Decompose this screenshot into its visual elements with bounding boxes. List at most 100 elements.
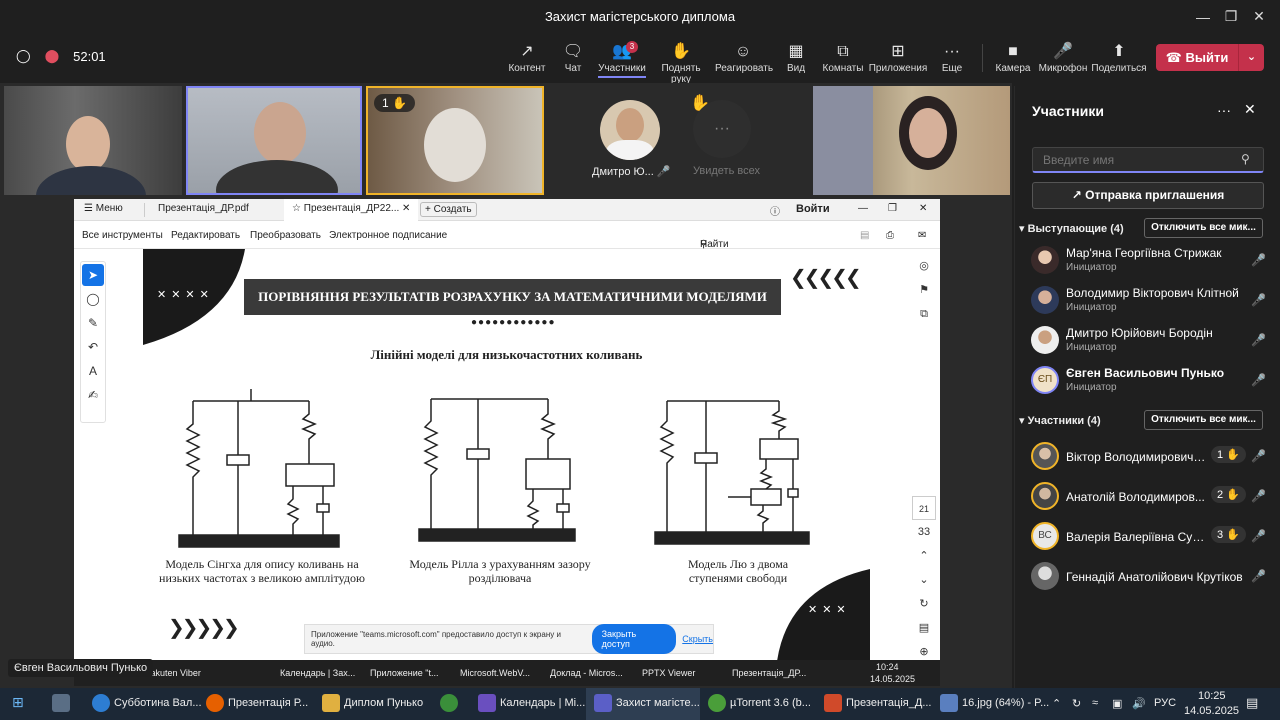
all-tools-menu[interactable]: Все инструменты bbox=[82, 230, 163, 241]
maximize-icon[interactable]: ❐ bbox=[888, 203, 897, 214]
convert-menu[interactable]: Преобразовать bbox=[250, 230, 321, 241]
rooms-button[interactable]: ⧉ Комнаты bbox=[817, 41, 869, 74]
windows-start-icon[interactable]: ⊞ bbox=[12, 694, 24, 711]
react-button[interactable]: ☺ Реагировать bbox=[715, 41, 773, 74]
refresh-icon[interactable]: ↻ bbox=[912, 592, 936, 616]
pen-tool-icon[interactable]: ✎ bbox=[82, 312, 104, 334]
participant-row[interactable]: Мар'яна Георгіївна Стрижак Инициатор 🎤 bbox=[1031, 242, 1277, 280]
chrome-icon[interactable] bbox=[440, 694, 458, 712]
participant-name: Євген Васильович Пунько bbox=[1066, 366, 1225, 380]
firefox-icon[interactable] bbox=[206, 694, 224, 712]
participant-row[interactable]: Анатолій Володимиров... 2 ✋ 🎤 bbox=[1031, 478, 1277, 516]
more-button[interactable]: ··· Еще bbox=[926, 41, 978, 74]
signin-button[interactable]: Войти bbox=[796, 203, 830, 215]
participants-panel: Участники ··· ✕ ⚲ ↗ Отправка приглашения… bbox=[1014, 86, 1280, 688]
taskbar-item[interactable]: Захист магісте... bbox=[616, 697, 700, 709]
participant-row[interactable]: Дмитро Юрійович Бородін Инициатор 🎤 bbox=[1031, 322, 1277, 360]
hide-link[interactable]: Скрыть bbox=[682, 634, 713, 644]
participant-row[interactable]: Володимир Вікторович Клітной Инициатор 🎤 bbox=[1031, 282, 1277, 320]
taskbar-item: Приложение "t... bbox=[370, 668, 439, 678]
lasso-tool-icon[interactable]: ↶ bbox=[82, 336, 104, 358]
video-tile-2[interactable] bbox=[186, 86, 362, 195]
taskbar-item[interactable]: Диплом Пунько bbox=[344, 697, 423, 709]
mail-icon[interactable]: ✉ bbox=[918, 230, 926, 241]
help-icon[interactable]: ⓘ bbox=[770, 203, 780, 218]
participant-row[interactable]: Віктор Володимирович ... 1 ✋ 🎤 bbox=[1031, 438, 1277, 476]
minimize-icon[interactable]: — bbox=[858, 203, 868, 214]
save-icon[interactable]: ▤ bbox=[860, 230, 869, 241]
sign-tool-icon[interactable]: ✍ bbox=[82, 384, 104, 406]
copy-icon[interactable]: ⧉ bbox=[912, 302, 936, 326]
export-icon[interactable]: ▤ bbox=[912, 616, 936, 640]
create-button[interactable]: + Создать bbox=[420, 202, 477, 217]
video-tile-1[interactable] bbox=[4, 86, 182, 195]
video-tile-4[interactable] bbox=[813, 86, 1010, 195]
page-up-icon[interactable]: ⌃ bbox=[912, 544, 936, 568]
raise-hand-button[interactable]: ✋ Поднять руку bbox=[651, 41, 711, 85]
esign-menu[interactable]: Электронное подписание bbox=[329, 230, 447, 241]
teams-icon[interactable] bbox=[594, 694, 612, 712]
text-tool-icon[interactable]: A bbox=[82, 360, 104, 382]
leave-button[interactable]: ☎ Выйти ⌄ bbox=[1156, 44, 1264, 71]
attendees-section-header[interactable]: ▾ Участники (4) bbox=[1019, 414, 1101, 427]
avatar bbox=[1031, 246, 1059, 274]
edit-menu[interactable]: Редактировать bbox=[171, 230, 240, 241]
stop-sharing-button[interactable]: Закрыть доступ bbox=[591, 624, 677, 654]
participant-row[interactable]: Геннадій Анатолійович Крутіков 🎤 bbox=[1031, 558, 1277, 596]
taskbar-time[interactable]: 10:25 bbox=[1198, 690, 1226, 702]
mute-all-presenters-button[interactable]: Отключить все мик... bbox=[1144, 218, 1263, 238]
taskbar-date[interactable]: 14.05.2025 bbox=[1184, 705, 1239, 717]
taskbar-item[interactable]: 16.jpg (64%) - P... bbox=[962, 697, 1049, 709]
close-tab-icon[interactable]: ✕ bbox=[402, 203, 410, 214]
powerpoint-icon[interactable] bbox=[824, 694, 842, 712]
presenters-section-header[interactable]: ▾ Выступающие (4) bbox=[1019, 222, 1124, 235]
taskbar-item[interactable]: Субботина Вал... bbox=[114, 697, 202, 709]
send-invite-button[interactable]: ↗ Отправка приглашения bbox=[1032, 182, 1264, 209]
close-icon[interactable]: ✕ bbox=[919, 203, 927, 214]
print-icon[interactable]: ⎙ bbox=[886, 230, 894, 241]
taskbar-item[interactable]: µTorrent 3.6 (b... bbox=[730, 697, 811, 709]
utorrent-icon[interactable] bbox=[708, 694, 726, 712]
microphone-button[interactable]: 🎤 Микрофон bbox=[1037, 41, 1089, 74]
more-icon[interactable]: ··· bbox=[1217, 102, 1231, 118]
chat-button[interactable]: 🗨 Чат bbox=[547, 41, 599, 74]
mute-all-attendees-button[interactable]: Отключить все мик... bbox=[1144, 410, 1263, 430]
taskbar-item[interactable]: Презентація Р... bbox=[228, 697, 308, 709]
participant-search-input[interactable] bbox=[1032, 147, 1264, 173]
participant-row[interactable]: ВС Валерія Валеріївна Суб... 3 ✋ 🎤 bbox=[1031, 518, 1277, 556]
pdf-tab-2[interactable]: ☆ Презентація_ДР22... ✕ bbox=[284, 199, 419, 221]
page-down-icon[interactable]: ⌄ bbox=[912, 568, 936, 592]
taskbar-item[interactable]: Презентація_Д... bbox=[846, 697, 931, 709]
leave-dropdown-icon[interactable]: ⌄ bbox=[1238, 44, 1264, 71]
mic-off-icon: 🎤 bbox=[1251, 569, 1266, 583]
comment-tool-icon[interactable]: ◯ bbox=[82, 288, 104, 310]
camera-button[interactable]: ■ Камера bbox=[987, 41, 1039, 74]
paint-icon[interactable] bbox=[940, 694, 958, 712]
content-button[interactable]: ↗ Контент bbox=[501, 41, 553, 74]
file-manager-icon[interactable] bbox=[52, 694, 70, 712]
select-tool-icon[interactable]: ➤ bbox=[82, 264, 104, 286]
language-indicator[interactable]: РУС bbox=[1154, 697, 1176, 709]
participants-button[interactable]: 👥 3 Участники bbox=[596, 41, 648, 78]
taskbar-item[interactable]: Календарь | Мі... bbox=[500, 697, 585, 709]
bookmark-icon[interactable]: ⚑ bbox=[912, 278, 936, 302]
current-page[interactable]: 21 bbox=[912, 496, 936, 520]
telegram-icon[interactable] bbox=[92, 694, 110, 712]
apps-button[interactable]: ⊞ Приложения bbox=[868, 41, 928, 74]
notifications-icon[interactable]: ▤ bbox=[1246, 695, 1258, 711]
teams-calendar-icon[interactable] bbox=[478, 694, 496, 712]
pdf-tab-1[interactable]: Презентація_ДР.pdf bbox=[158, 203, 249, 214]
see-all-label[interactable]: Увидеть всех bbox=[693, 165, 760, 177]
close-icon[interactable]: ✕ bbox=[1242, 0, 1276, 33]
chevron-up-icon[interactable]: ⌃ bbox=[1052, 697, 1061, 710]
more-icon[interactable]: ··· bbox=[693, 100, 751, 158]
pdf-menu-button[interactable]: ☰ Меню bbox=[84, 203, 123, 214]
share-button[interactable]: ⬆ Поделиться bbox=[1091, 41, 1147, 74]
leave-label: Выйти bbox=[1185, 49, 1229, 65]
folder-icon[interactable] bbox=[322, 694, 340, 712]
ai-assistant-icon[interactable]: ◎ bbox=[912, 254, 936, 278]
view-button[interactable]: ▦ Вид bbox=[770, 41, 822, 74]
participant-row[interactable]: ЄП Євген Васильович Пунько Инициатор 🎤 bbox=[1031, 362, 1277, 400]
avatar[interactable] bbox=[600, 100, 660, 160]
close-icon[interactable]: ✕ bbox=[1244, 101, 1256, 118]
